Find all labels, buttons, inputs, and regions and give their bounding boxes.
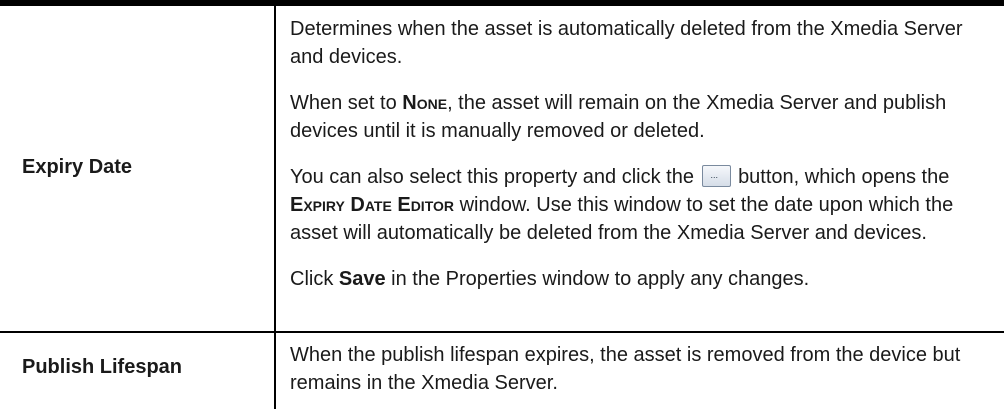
property-name: Publish Lifespan [22,356,183,378]
description-paragraph: You can also select this property and cl… [290,163,990,247]
property-description: When the publish lifespan expires, the a… [290,341,990,397]
column-divider [274,6,276,409]
row-divider [0,331,1004,333]
editor-window-name: Expiry Date Editor [290,194,454,216]
property-description: Determines when the asset is automatical… [290,15,990,293]
description-paragraph: When the publish lifespan expires, the a… [290,344,961,394]
none-keyword: None [402,92,448,114]
description-paragraph: Click Save in the Properties window to a… [290,268,810,290]
description-paragraph: Determines when the asset is automatical… [290,18,963,68]
property-name: Expiry Date [22,156,133,178]
description-paragraph: When set to None, the asset will remain … [290,92,947,142]
save-keyword: Save [338,268,386,290]
table-top-rule [0,0,1004,6]
ellipsis-button-icon [701,165,731,187]
